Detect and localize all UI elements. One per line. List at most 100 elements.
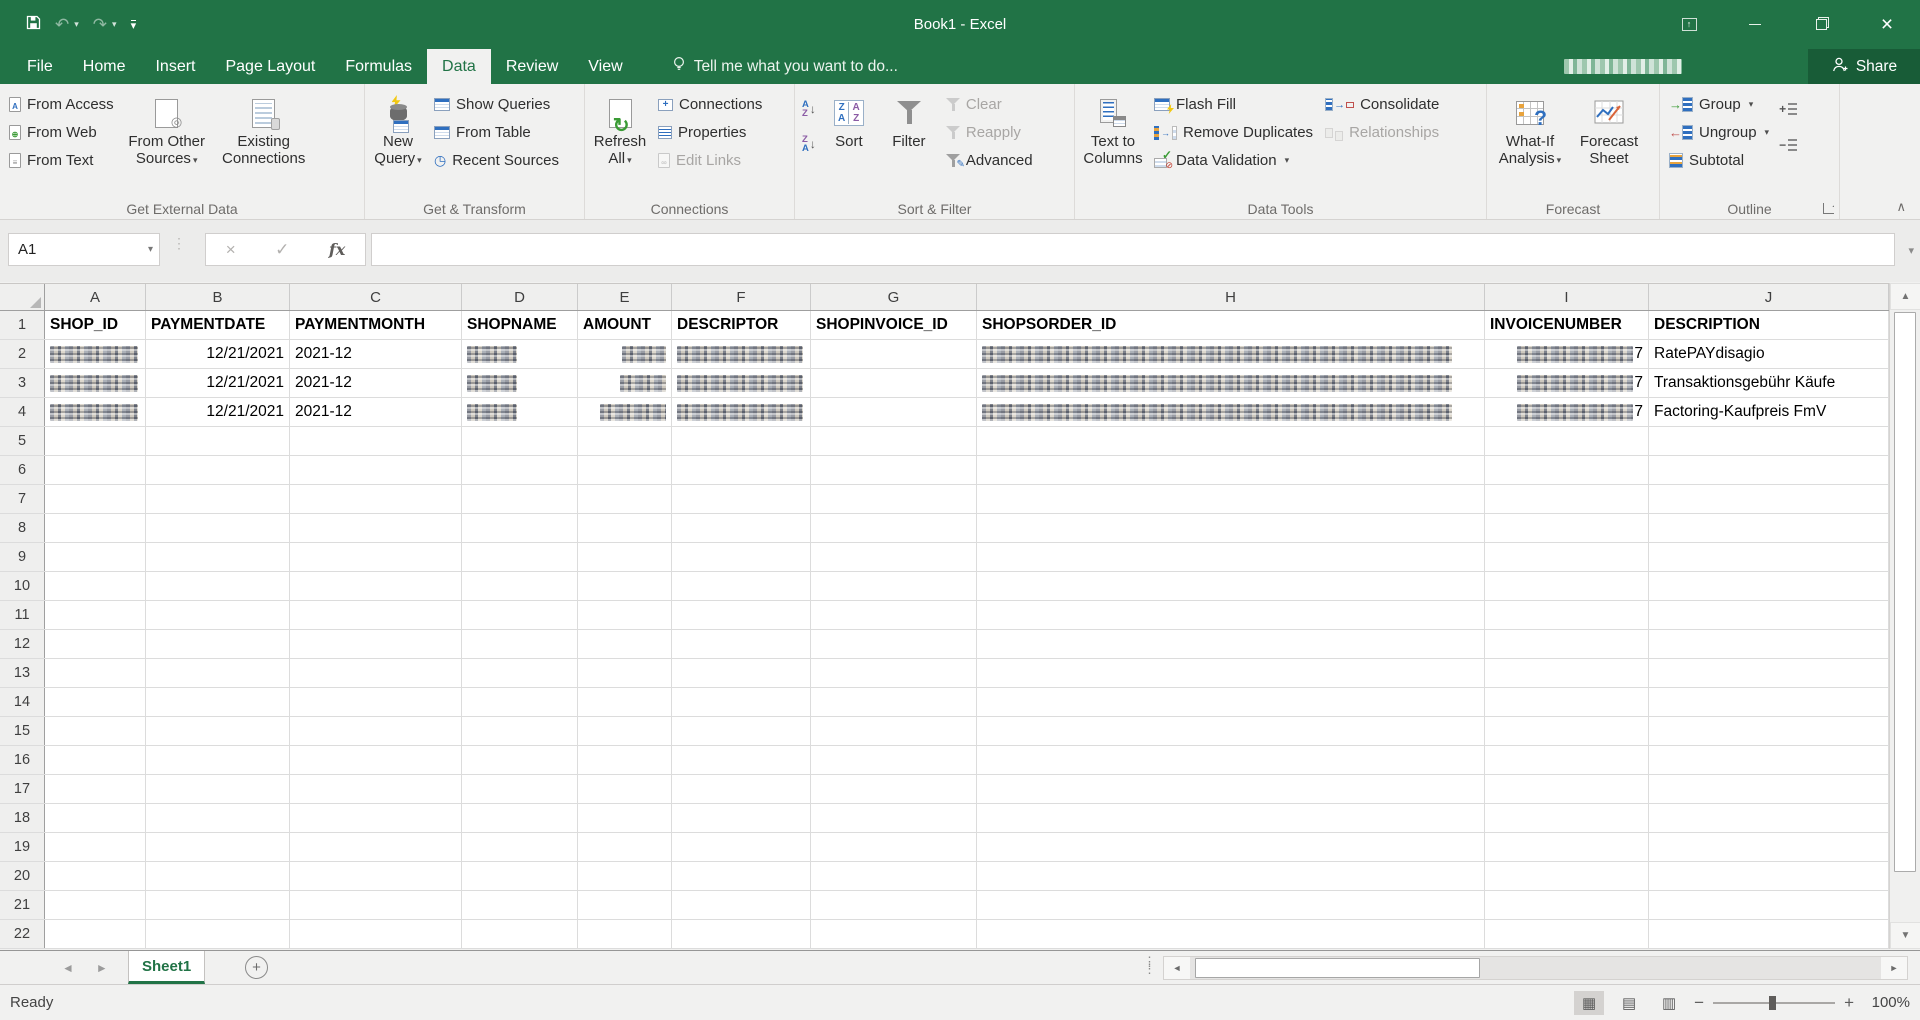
zoom-in-icon[interactable]: + (1844, 993, 1854, 1013)
cell-D12[interactable] (462, 630, 578, 658)
cell-H11[interactable] (977, 601, 1485, 629)
cell-A10[interactable] (45, 572, 146, 600)
cell-E11[interactable] (578, 601, 672, 629)
cell-D13[interactable] (462, 659, 578, 687)
cell-H14[interactable] (977, 688, 1485, 716)
cell-H2[interactable] (977, 340, 1485, 368)
flash-fill-button[interactable]: Flash Fill (1149, 91, 1318, 118)
cell-J9[interactable] (1649, 543, 1889, 571)
row-header-17[interactable]: 17 (0, 775, 45, 803)
column-header-H[interactable]: H (977, 284, 1485, 310)
cell-J14[interactable] (1649, 688, 1889, 716)
cell-G10[interactable] (811, 572, 977, 600)
cell-D9[interactable] (462, 543, 578, 571)
cell-C7[interactable] (290, 485, 462, 513)
cell-G22[interactable] (811, 920, 977, 948)
cell-H8[interactable] (977, 514, 1485, 542)
cell-E21[interactable] (578, 891, 672, 919)
cell-E15[interactable] (578, 717, 672, 745)
cell-E18[interactable] (578, 804, 672, 832)
cell-B4[interactable]: 12/21/2021 (146, 398, 290, 426)
cell-C5[interactable] (290, 427, 462, 455)
cell-E4[interactable] (578, 398, 672, 426)
cell-G20[interactable] (811, 862, 977, 890)
cell-J4[interactable]: Factoring-Kaufpreis FmV (1649, 398, 1889, 426)
new-query-button[interactable]: New Query▾ (369, 89, 427, 195)
cell-B13[interactable] (146, 659, 290, 687)
cell-J8[interactable] (1649, 514, 1889, 542)
edit-links-button[interactable]: ∞Edit Links (653, 147, 767, 174)
cell-A15[interactable] (45, 717, 146, 745)
cell-A11[interactable] (45, 601, 146, 629)
name-box[interactable]: A1 ▾ (8, 233, 160, 266)
vertical-scrollbar-thumb[interactable] (1894, 312, 1916, 872)
column-header-E[interactable]: E (578, 284, 672, 310)
zoom-slider-thumb[interactable] (1769, 996, 1776, 1010)
reapply-filter-button[interactable]: Reapply (941, 119, 1038, 146)
cell-H21[interactable] (977, 891, 1485, 919)
cell-J13[interactable] (1649, 659, 1889, 687)
sheet-tab-sheet1[interactable]: Sheet1 (128, 951, 205, 984)
enter-icon[interactable]: ✓ (275, 240, 289, 260)
cell-E22[interactable] (578, 920, 672, 948)
cell-G12[interactable] (811, 630, 977, 658)
row-header-13[interactable]: 13 (0, 659, 45, 687)
cell-B21[interactable] (146, 891, 290, 919)
cell-I2[interactable]: 7 (1485, 340, 1649, 368)
cell-I13[interactable] (1485, 659, 1649, 687)
cell-G6[interactable] (811, 456, 977, 484)
cell-D4[interactable] (462, 398, 578, 426)
sort-descending-button[interactable]: ZA↓ (799, 130, 819, 157)
redo-icon[interactable]: ↷ (93, 15, 107, 35)
row-header-1[interactable]: 1 (0, 311, 45, 339)
cell-D22[interactable] (462, 920, 578, 948)
cell-G19[interactable] (811, 833, 977, 861)
cell-B18[interactable] (146, 804, 290, 832)
cell-A18[interactable] (45, 804, 146, 832)
cell-F19[interactable] (672, 833, 811, 861)
remove-duplicates-button[interactable]: →Remove Duplicates (1149, 119, 1318, 146)
tab-data[interactable]: Data (427, 49, 491, 84)
cell-J17[interactable] (1649, 775, 1889, 803)
from-other-sources-button[interactable]: ◎ From Other Sources▾ (121, 89, 213, 195)
cell-C21[interactable] (290, 891, 462, 919)
cell-I5[interactable] (1485, 427, 1649, 455)
cell-D17[interactable] (462, 775, 578, 803)
cell-I16[interactable] (1485, 746, 1649, 774)
cell-F12[interactable] (672, 630, 811, 658)
cell-J15[interactable] (1649, 717, 1889, 745)
cell-A5[interactable] (45, 427, 146, 455)
zoom-out-icon[interactable]: − (1694, 993, 1704, 1013)
cell-E1[interactable]: AMOUNT (578, 311, 672, 339)
scroll-down-icon[interactable]: ▼ (1890, 922, 1920, 949)
cell-J5[interactable] (1649, 427, 1889, 455)
cell-F4[interactable] (672, 398, 811, 426)
horizontal-scrollbar[interactable]: ◄ ► (1163, 956, 1908, 980)
cell-C18[interactable] (290, 804, 462, 832)
cell-E17[interactable] (578, 775, 672, 803)
cell-B8[interactable] (146, 514, 290, 542)
cell-C11[interactable] (290, 601, 462, 629)
cell-A20[interactable] (45, 862, 146, 890)
cell-I1[interactable]: INVOICENUMBER (1485, 311, 1649, 339)
cell-D11[interactable] (462, 601, 578, 629)
cell-I10[interactable] (1485, 572, 1649, 600)
hide-detail-button[interactable]: − (1776, 131, 1800, 158)
cell-D20[interactable] (462, 862, 578, 890)
cell-F5[interactable] (672, 427, 811, 455)
show-detail-button[interactable]: + (1776, 95, 1800, 122)
row-header-7[interactable]: 7 (0, 485, 45, 513)
tab-file[interactable]: File (12, 49, 68, 84)
cell-I18[interactable] (1485, 804, 1649, 832)
cell-A9[interactable] (45, 543, 146, 571)
cell-G3[interactable] (811, 369, 977, 397)
cell-F7[interactable] (672, 485, 811, 513)
cell-H10[interactable] (977, 572, 1485, 600)
cell-F14[interactable] (672, 688, 811, 716)
tab-review[interactable]: Review (491, 49, 573, 84)
cell-D14[interactable] (462, 688, 578, 716)
cell-B11[interactable] (146, 601, 290, 629)
add-sheet-button[interactable]: + (245, 956, 268, 979)
cell-F21[interactable] (672, 891, 811, 919)
column-header-A[interactable]: A (45, 284, 146, 310)
